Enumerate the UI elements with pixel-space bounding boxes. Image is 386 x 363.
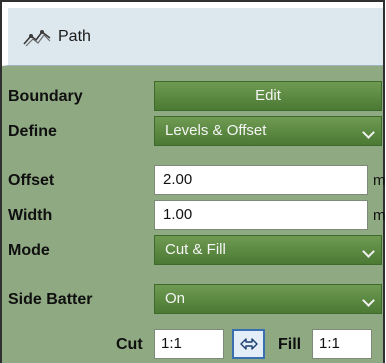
cut-ratio-input[interactable]: 1:1 (154, 329, 224, 359)
side-batter-dropdown-value: On (165, 290, 186, 307)
chevron-down-icon (362, 245, 375, 258)
offset-label: Offset (8, 172, 55, 189)
width-row: Width 1.00 m (2, 199, 386, 232)
side-batter-label: Side Batter (8, 291, 93, 308)
fill-label: Fill (278, 336, 302, 353)
offset-row: Offset 2.00 m (2, 164, 386, 197)
define-dropdown[interactable]: Levels & Offset (154, 116, 382, 146)
mode-dropdown[interactable]: Cut & Fill (154, 235, 382, 265)
cut-label: Cut (116, 336, 143, 353)
cut-fill-row: Cut 1:1 Fill 1:1 (2, 328, 383, 361)
side-batter-row: Side Batter On (2, 283, 383, 316)
width-input[interactable]: 1.00 (154, 200, 368, 230)
boundary-label: Boundary (8, 88, 83, 105)
fill-ratio-input[interactable]: 1:1 (312, 329, 372, 359)
path-icon (23, 29, 51, 46)
width-unit: m (373, 207, 386, 224)
mode-dropdown-value: Cut & Fill (165, 241, 226, 258)
panel-title: Path (58, 27, 91, 45)
define-dropdown-value: Levels & Offset (165, 122, 267, 139)
define-label: Define (8, 123, 57, 140)
edit-boundary-button[interactable]: Edit (154, 81, 382, 111)
mode-row: Mode Cut & Fill (2, 234, 383, 267)
offset-input[interactable]: 2.00 (154, 165, 368, 195)
define-row: Define Levels & Offset (2, 115, 383, 148)
mode-label: Mode (8, 242, 50, 259)
swap-arrows-icon (239, 338, 258, 350)
side-batter-dropdown[interactable]: On (154, 284, 382, 314)
chevron-down-icon (362, 294, 375, 307)
chevron-down-icon (362, 126, 375, 139)
path-panel: Path Boundary Edit Define Levels & Offse… (0, 0, 386, 363)
width-label: Width (8, 207, 53, 224)
offset-unit: m (373, 172, 386, 189)
swap-cut-fill-button[interactable] (232, 329, 265, 359)
boundary-row: Boundary Edit (2, 80, 383, 113)
panel-header: Path (2, 2, 383, 66)
